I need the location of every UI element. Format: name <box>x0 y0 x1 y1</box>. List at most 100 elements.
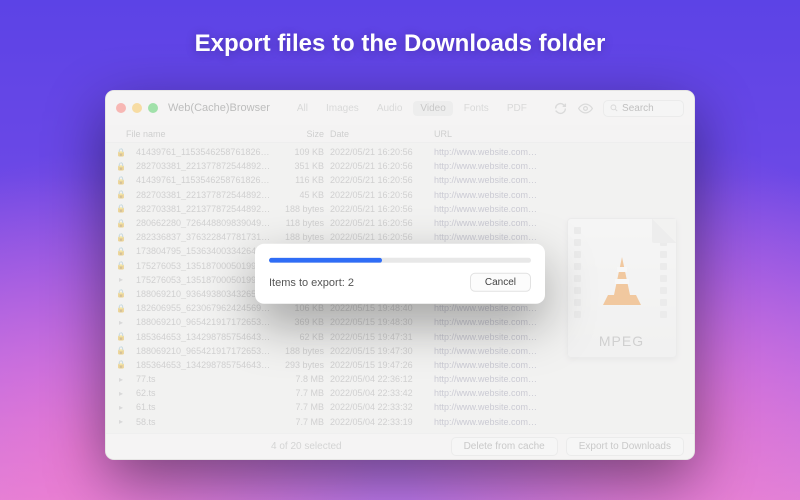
cell-filename: 173804795_1536340033426439… <box>126 246 274 256</box>
cell-url: http://www.website.com/282336837_… <box>434 232 539 242</box>
cell-date: 2022/05/21 16:20:56 <box>330 175 434 185</box>
cell-filename: 175276053_1351870005019943… <box>126 275 274 285</box>
vlc-icon <box>568 255 676 307</box>
cell-date: 2022/05/21 16:20:56 <box>330 204 434 214</box>
cell-url: http://www.website.com/188069210_… <box>434 346 539 356</box>
progress-message: Items to export: 2 <box>269 276 354 288</box>
cell-url: http://www.website.com/41439761_11… <box>434 147 539 157</box>
cell-filename: 282703381_2213778725448929… <box>126 190 274 200</box>
lock-icon: 🔒 <box>116 233 126 242</box>
filter-tab-fonts[interactable]: Fonts <box>457 101 496 116</box>
cell-filename: 185364653_1342987857546437… <box>126 360 274 370</box>
window-controls <box>116 103 158 113</box>
zoom-icon[interactable] <box>148 103 158 113</box>
cell-size: 7.8 MB <box>274 374 330 384</box>
cell-url: http://www.website.com/282703381_… <box>434 161 539 171</box>
lock-icon: 🔒 <box>116 289 126 298</box>
table-row[interactable]: 🔒41439761_1153546258761826_…116 KB2022/0… <box>106 173 549 187</box>
cell-size: 188 bytes <box>274 232 330 242</box>
cell-filename: 58.ts <box>126 417 274 427</box>
cell-size: 7.7 MB <box>274 402 330 412</box>
cell-url: http://www.website.com/280662280_… <box>434 218 539 228</box>
filter-tab-audio[interactable]: Audio <box>370 101 410 116</box>
cell-size: 118 bytes <box>274 218 330 228</box>
cell-url: http://www.website.com/62.ts <box>434 388 539 398</box>
cell-filename: 188069210_9654219171726533… <box>126 317 274 327</box>
minimize-icon[interactable] <box>132 103 142 113</box>
cell-filename: 282703381_2213778725448929… <box>126 204 274 214</box>
table-row[interactable]: ▸62.ts7.7 MB2022/05/04 22:33:42http://ww… <box>106 386 549 400</box>
cell-size: 188 bytes <box>274 204 330 214</box>
lock-icon: 🔒 <box>116 360 126 369</box>
cell-url: http://www.website.com/58.ts <box>434 417 539 427</box>
cell-date: 2022/05/21 16:20:56 <box>330 161 434 171</box>
cell-date: 2022/05/04 22:33:19 <box>330 417 434 427</box>
column-header-size[interactable]: Size <box>274 129 330 139</box>
cell-filename: 282336837_3763228477817317… <box>126 232 274 242</box>
cell-url: http://www.website.com/182606955_… <box>434 303 539 313</box>
cell-date: 2022/05/21 16:20:56 <box>330 147 434 157</box>
cell-date: 2022/05/21 16:20:56 <box>330 190 434 200</box>
lock-icon: 🔒 <box>116 148 126 157</box>
delete-from-cache-button[interactable]: Delete from cache <box>451 437 558 456</box>
cell-url: http://www.website.com/282703381_… <box>434 204 539 214</box>
filter-tab-all[interactable]: All <box>290 101 315 116</box>
cell-size: 369 KB <box>274 317 330 327</box>
table-row[interactable]: 🔒188069210_9654219171726533…188 bytes202… <box>106 344 549 358</box>
column-header-filename[interactable]: File name <box>116 129 274 139</box>
column-header-url[interactable]: URL <box>434 129 684 139</box>
cell-filename: 77.ts <box>126 374 274 384</box>
table-row[interactable]: 🔒280662280_7264488098390490…118 bytes202… <box>106 216 549 230</box>
table-row[interactable]: ▸58.ts7.7 MB2022/05/04 22:33:19http://ww… <box>106 415 549 429</box>
table-row[interactable]: ▸188069210_9654219171726533…369 KB2022/0… <box>106 315 549 329</box>
cell-date: 2022/05/15 19:47:26 <box>330 360 434 370</box>
table-row[interactable]: 🔒282703381_2213778725448929…351 KB2022/0… <box>106 159 549 173</box>
cell-size: 106 KB <box>274 303 330 313</box>
table-row[interactable]: ▸61.ts7.7 MB2022/05/04 22:33:32http://ww… <box>106 400 549 414</box>
filter-tab-video[interactable]: Video <box>413 101 452 116</box>
disclosure-icon: ▸ <box>116 318 126 327</box>
lock-icon: 🔒 <box>116 204 126 213</box>
cell-filename: 185364653_1342987857546437… <box>126 332 274 342</box>
search-field[interactable] <box>603 100 684 117</box>
close-icon[interactable] <box>116 103 126 113</box>
table-row[interactable]: 🔒41439761_1153546258761826_…109 KB2022/0… <box>106 145 549 159</box>
cell-date: 2022/05/04 22:33:42 <box>330 388 434 398</box>
cell-filename: 61.ts <box>126 402 274 412</box>
cell-url: http://www.website.com/282703381_… <box>434 190 539 200</box>
table-row[interactable]: 🔒185364653_1342987857546437…62 KB2022/05… <box>106 329 549 343</box>
table-row[interactable]: 🔒282336837_3763228477817317…188 bytes202… <box>106 230 549 244</box>
cell-size: 293 bytes <box>274 360 330 370</box>
disclosure-icon: ▸ <box>116 417 126 426</box>
filter-tab-images[interactable]: Images <box>319 101 366 116</box>
cell-date: 2022/05/04 22:36:12 <box>330 374 434 384</box>
cell-url: http://www.website.com/41439761_11… <box>434 175 539 185</box>
table-row[interactable]: ▸77.ts7.8 MB2022/05/04 22:36:12http://ww… <box>106 372 549 386</box>
table-row[interactable]: 🔒282703381_2213778725448929…188 bytes202… <box>106 202 549 216</box>
lock-icon: 🔒 <box>116 261 126 270</box>
cell-date: 2022/05/15 19:47:30 <box>330 346 434 356</box>
lock-icon: 🔒 <box>116 304 126 313</box>
filter-tab-pdf[interactable]: PDF <box>500 101 534 116</box>
cell-size: 7.7 MB <box>274 388 330 398</box>
column-header-date[interactable]: Date <box>330 129 434 139</box>
table-row[interactable]: 🔒282703381_2213778725448929…45 KB2022/05… <box>106 188 549 202</box>
table-row[interactable]: 🔒185364653_1342987857546437…293 bytes202… <box>106 358 549 372</box>
cell-filename: 175276053_1351870005019943… <box>126 261 274 271</box>
export-to-downloads-button[interactable]: Export to Downloads <box>566 437 684 456</box>
eye-icon[interactable] <box>578 99 593 117</box>
app-title: Web(Cache)Browser <box>168 102 270 114</box>
cell-filename: 41439761_1153546258761826_… <box>126 175 274 185</box>
lock-icon: 🔒 <box>116 346 126 355</box>
cell-size: 7.7 MB <box>274 417 330 427</box>
footer-bar: 4 of 20 selected Delete from cache Expor… <box>106 433 694 459</box>
lock-icon: 🔒 <box>116 332 126 341</box>
titlebar: Web(Cache)Browser All Images AudioVideo Fon… <box>106 91 694 125</box>
search-input[interactable] <box>622 103 677 114</box>
cell-url: http://www.website.com/61.ts <box>434 402 539 412</box>
cancel-button[interactable]: Cancel <box>470 273 531 292</box>
column-headers: File name Size Date URL <box>106 125 694 143</box>
refresh-icon[interactable] <box>554 99 568 117</box>
disclosure-icon: ▸ <box>116 403 126 412</box>
lock-icon: 🔒 <box>116 219 126 228</box>
